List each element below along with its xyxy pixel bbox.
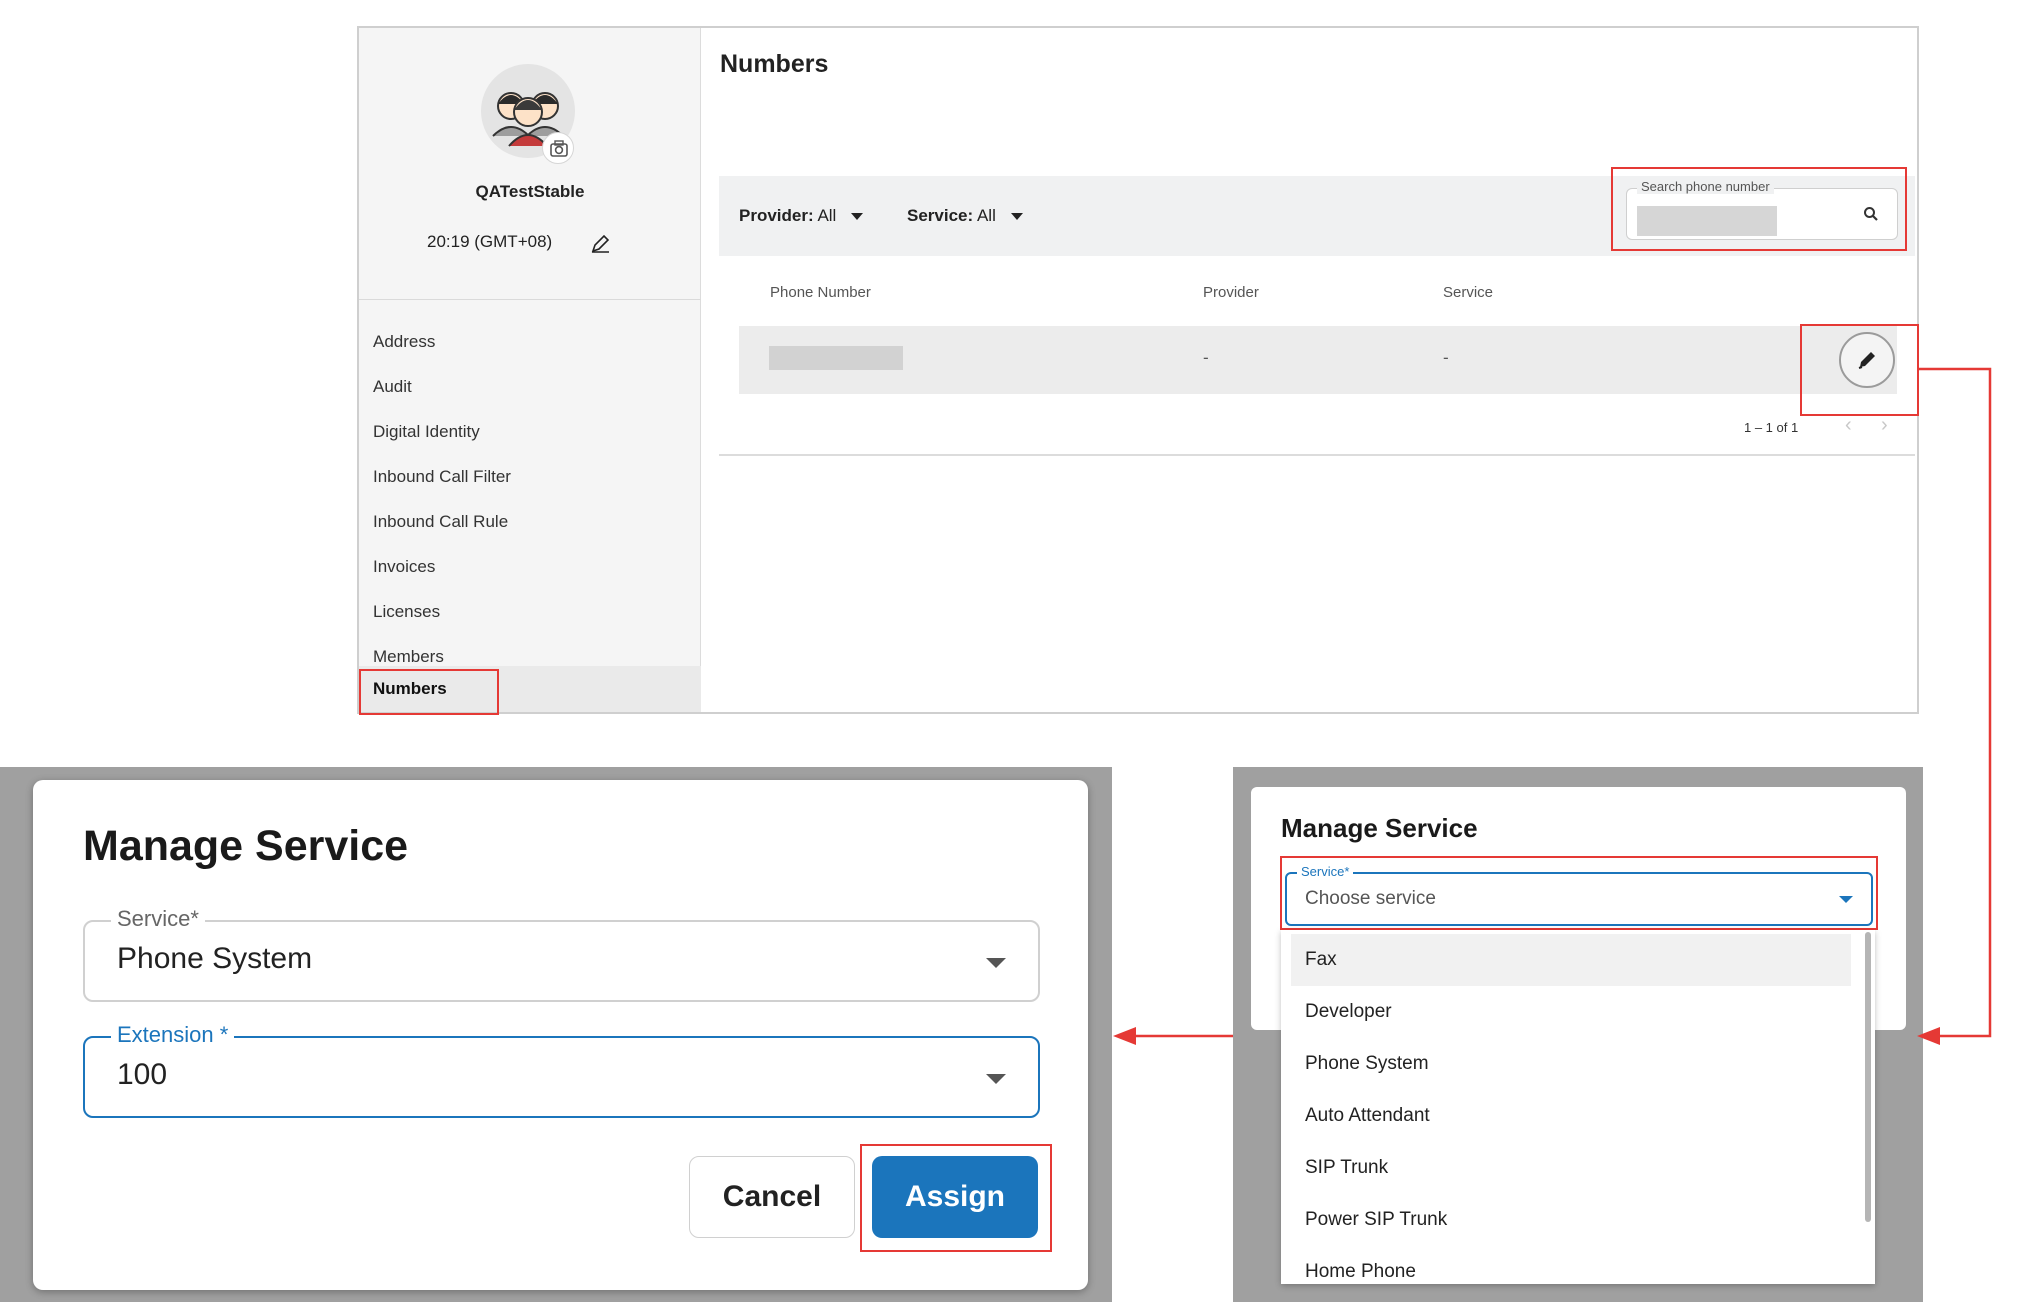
arrow-head bbox=[1113, 1027, 1136, 1045]
arrow-head bbox=[1917, 1027, 1940, 1045]
arrow-edit-to-choose bbox=[1917, 367, 1992, 1038]
annotation-arrows bbox=[1113, 367, 1992, 1045]
